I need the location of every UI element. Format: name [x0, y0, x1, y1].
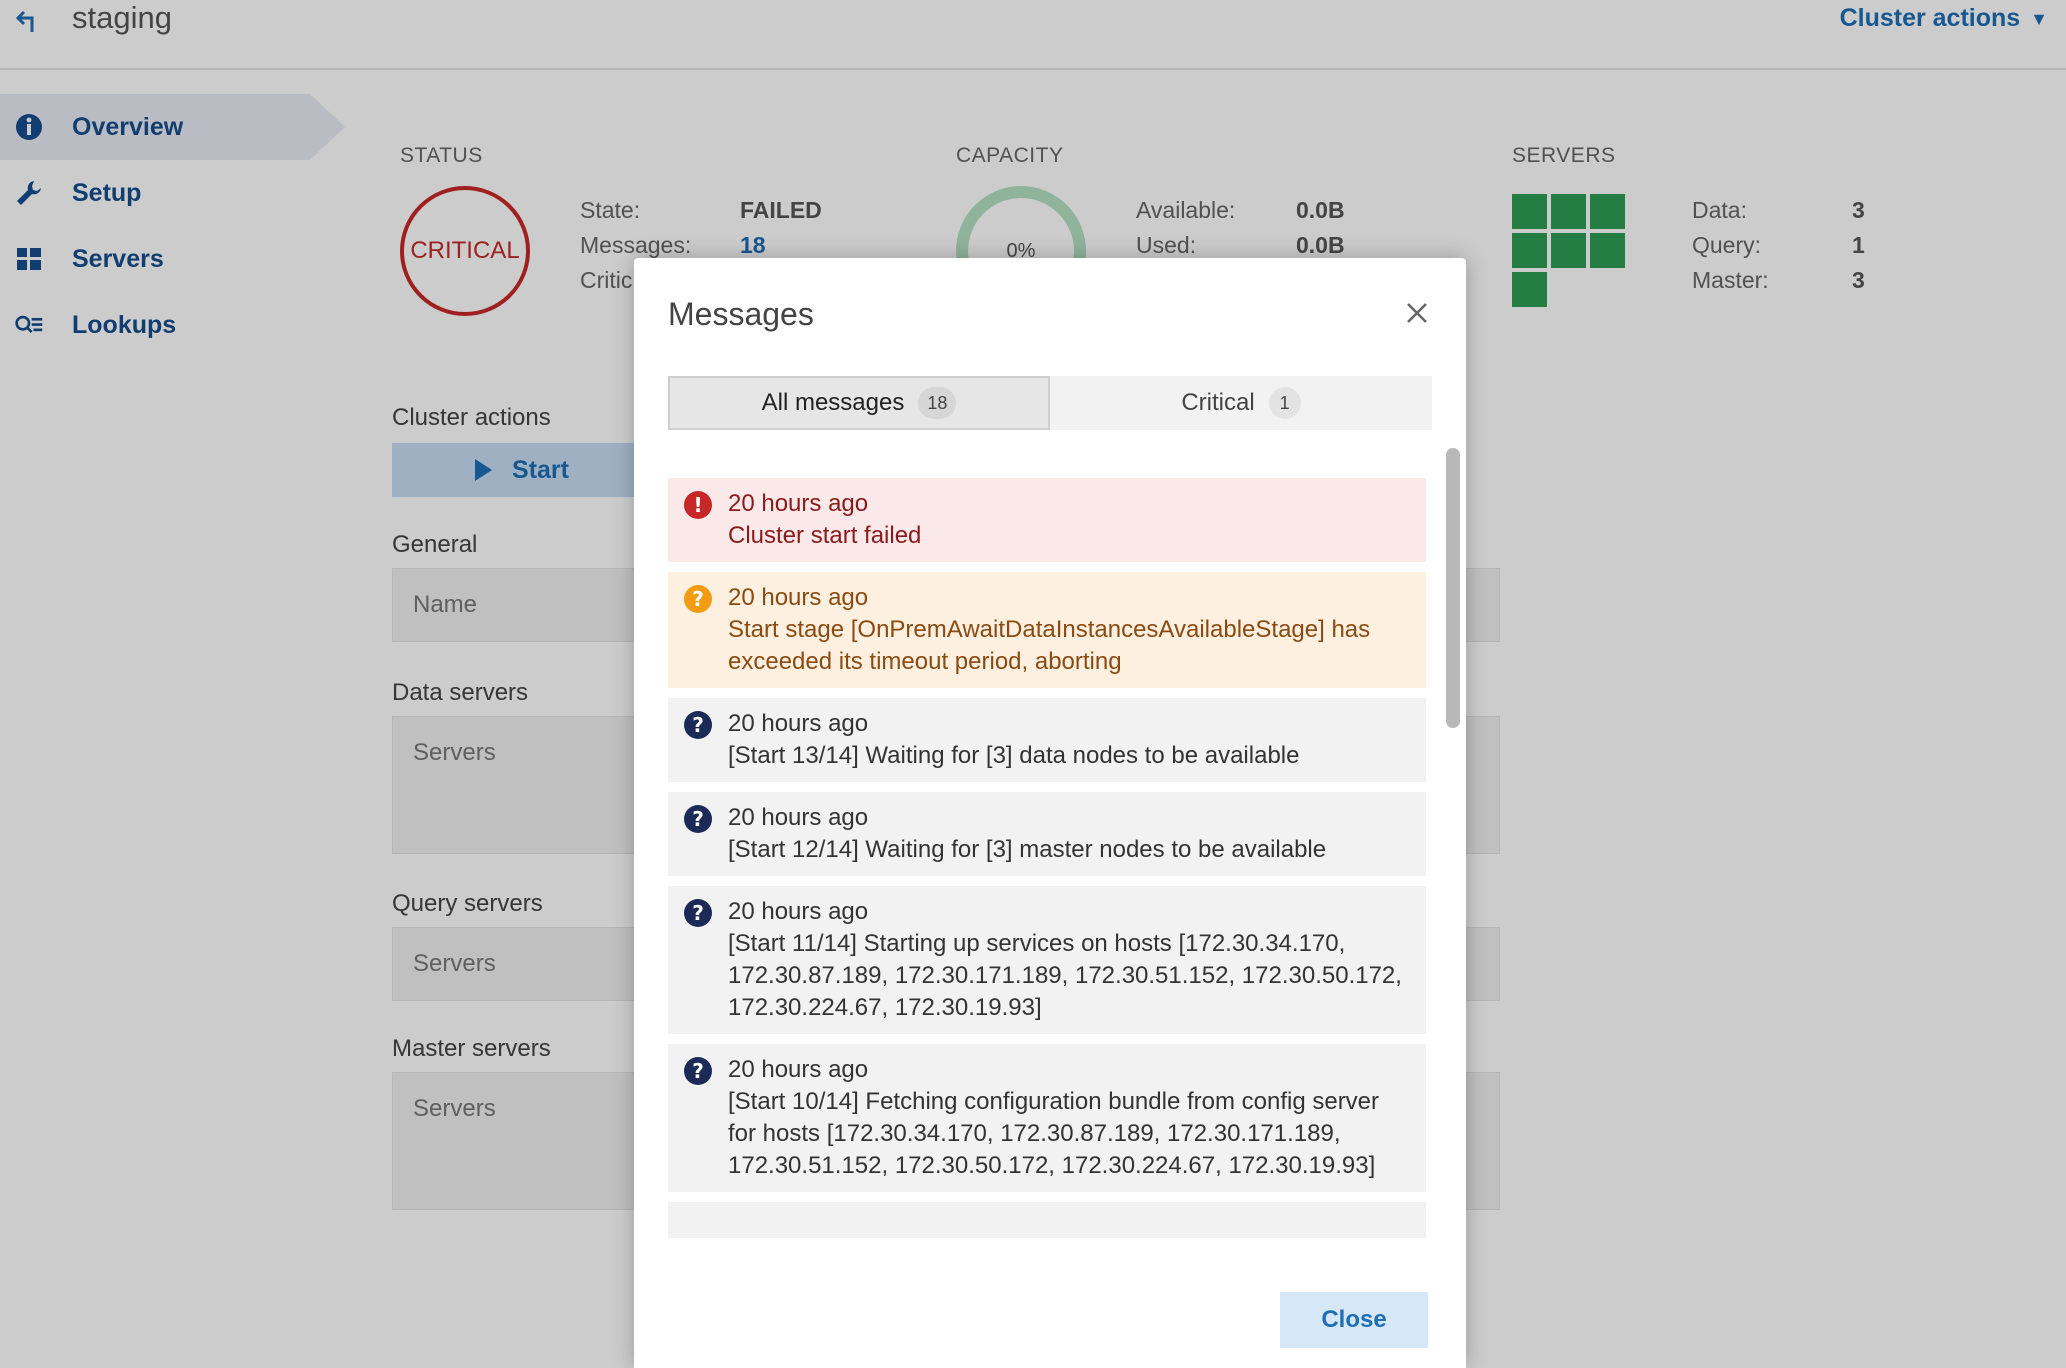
- tab-count-badge: 1: [1268, 387, 1301, 419]
- message-time: 20 hours ago: [728, 804, 869, 831]
- message-text: [Start 10/14] Fetching configuration bun…: [728, 1088, 1380, 1179]
- message-list[interactable]: ! 20 hours ago Cluster start failed ? 20…: [668, 478, 1436, 1238]
- error-icon: !: [684, 491, 712, 519]
- tab-all-messages[interactable]: All messages 18: [668, 376, 1050, 430]
- list-item: ? 20 hours ago Start stage [OnPremAwaitD…: [668, 572, 1426, 688]
- close-icon[interactable]: [1402, 298, 1432, 328]
- message-text: [Start 13/14] Waiting for [3] data nodes…: [728, 742, 1300, 769]
- info-question-icon: ?: [684, 899, 712, 927]
- close-button[interactable]: Close: [1280, 1292, 1428, 1348]
- message-time: 20 hours ago: [728, 898, 869, 925]
- message-text: Start stage [OnPremAwaitDataInstancesAva…: [728, 616, 1371, 675]
- message-tabs: All messages 18 Critical 1: [668, 376, 1432, 430]
- message-time: 20 hours ago: [728, 490, 869, 517]
- message-text: [Start 11/14] Starting up services on ho…: [728, 930, 1402, 1021]
- list-item: ? 20 hours ago [Start 13/14] Waiting for…: [668, 698, 1426, 782]
- info-question-icon: ?: [684, 805, 712, 833]
- tab-critical[interactable]: Critical 1: [1050, 376, 1432, 430]
- message-text: Cluster start failed: [728, 522, 922, 549]
- dialog-title: Messages: [668, 296, 814, 332]
- message-text: [Start 12/14] Waiting for [3] master nod…: [728, 836, 1327, 863]
- message-time: 20 hours ago: [728, 584, 869, 611]
- messages-dialog: Messages All messages 18 Critical 1 ! 20…: [634, 258, 1466, 1368]
- tab-label: All messages: [761, 389, 905, 416]
- list-item: [668, 1202, 1426, 1238]
- list-item: ! 20 hours ago Cluster start failed: [668, 478, 1426, 562]
- message-time: 20 hours ago: [728, 1056, 869, 1083]
- scrollbar[interactable]: [1446, 448, 1460, 728]
- message-time: 20 hours ago: [728, 710, 869, 737]
- warning-icon: ?: [684, 585, 712, 613]
- tab-count-badge: 18: [918, 387, 957, 419]
- info-question-icon: ?: [684, 1057, 712, 1085]
- list-item: ? 20 hours ago [Start 11/14] Starting up…: [668, 886, 1426, 1034]
- info-question-icon: ?: [684, 711, 712, 739]
- tab-label: Critical: [1181, 389, 1255, 416]
- list-item: ? 20 hours ago [Start 12/14] Waiting for…: [668, 792, 1426, 876]
- list-item: ? 20 hours ago [Start 10/14] Fetching co…: [668, 1044, 1426, 1192]
